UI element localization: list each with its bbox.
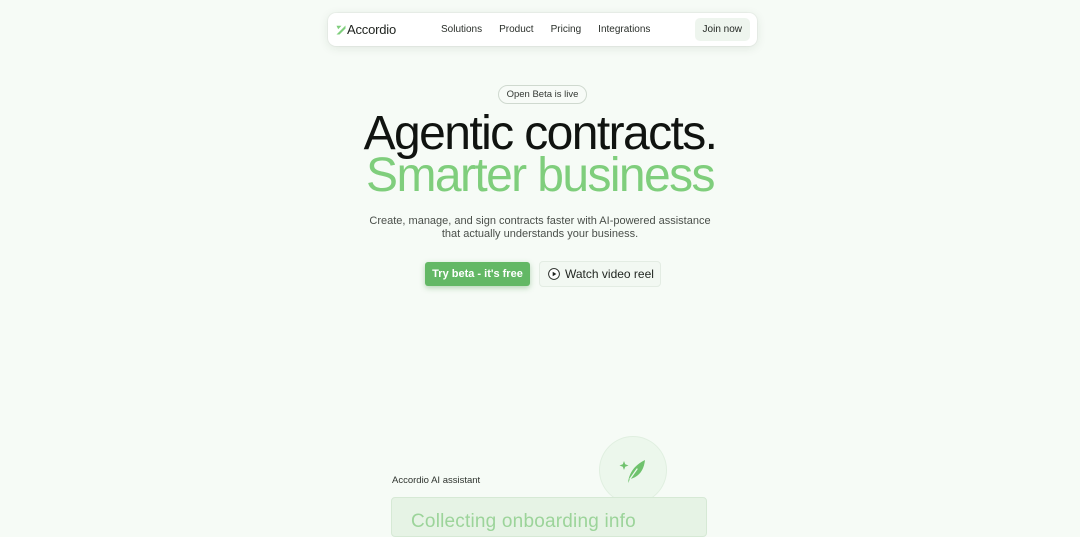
assistant-label: Accordio AI assistant (392, 475, 481, 486)
play-icon (548, 268, 560, 280)
brand-logo[interactable]: Accordio (336, 22, 396, 37)
hero-subtitle-line-2: that actually understands your business. (441, 228, 639, 240)
nav-links: Solutions Product Pricing Integrations (441, 24, 650, 35)
join-now-button[interactable]: Join now (694, 18, 750, 41)
accordio-logo-icon (336, 25, 346, 34)
nav-link-pricing[interactable]: Pricing (551, 24, 582, 35)
hero-subtitle-line-1: Create, manage, and sign contracts faste… (369, 215, 711, 227)
headline-secondary: Smarter business (366, 149, 715, 202)
nav-link-integrations[interactable]: Integrations (598, 24, 650, 35)
assistant-status-text: Collecting onboarding info (411, 511, 636, 532)
assistant-avatar (600, 437, 666, 503)
feather-sparkle-icon (619, 460, 645, 483)
watch-video-label: Watch video reel (565, 267, 654, 281)
nav-link-product[interactable]: Product (499, 24, 533, 35)
top-navigation: Accordio Solutions Product Pricing Integ… (328, 13, 757, 46)
watch-video-button[interactable]: Watch video reel (539, 261, 661, 287)
assistant-status-card: Collecting onboarding info (391, 497, 707, 537)
try-beta-button[interactable]: Try beta - it's free (425, 262, 530, 286)
open-beta-badge: Open Beta is live (498, 85, 587, 104)
brand-name: Accordio (347, 22, 396, 37)
nav-link-solutions[interactable]: Solutions (441, 24, 482, 35)
